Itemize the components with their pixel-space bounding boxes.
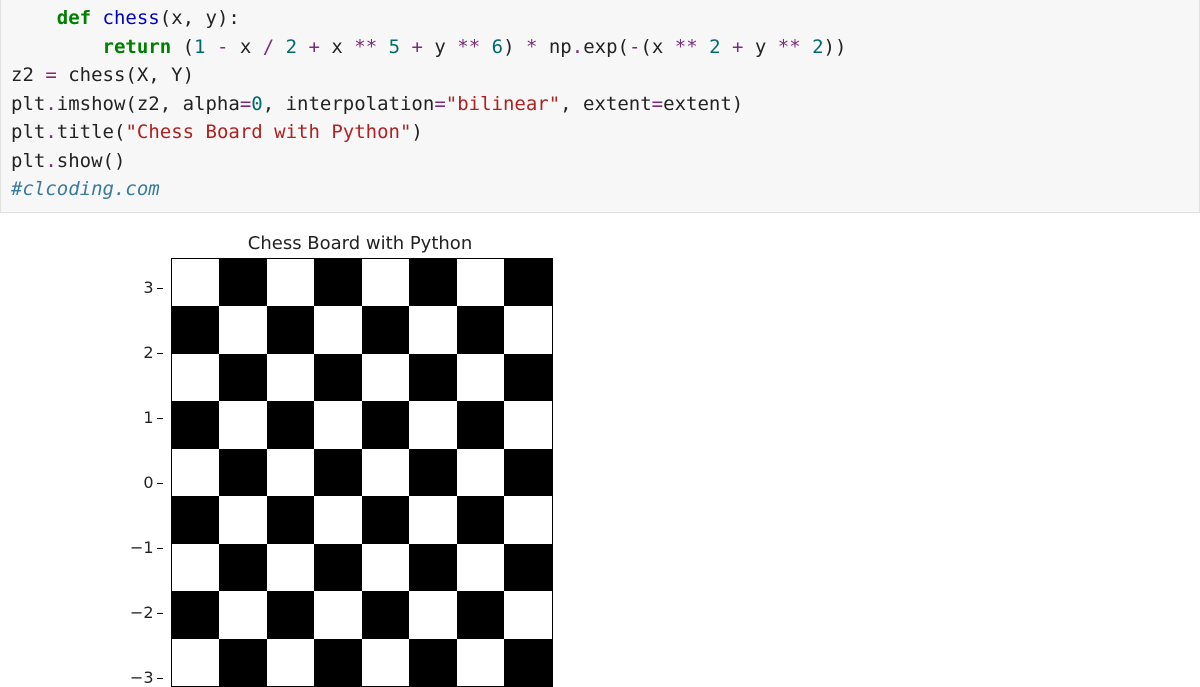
board-square	[504, 496, 552, 544]
board-square	[172, 591, 220, 639]
board-square	[504, 354, 552, 402]
board-square	[219, 306, 267, 354]
board-square	[362, 259, 410, 307]
board-square	[362, 544, 410, 592]
board-square	[314, 449, 362, 497]
board-square	[314, 354, 362, 402]
board-square	[314, 544, 362, 592]
board-square	[409, 306, 457, 354]
board-square	[172, 401, 220, 449]
board-square	[504, 401, 552, 449]
board-square	[267, 496, 315, 544]
board-square	[409, 354, 457, 402]
board-square	[172, 306, 220, 354]
board-square	[409, 591, 457, 639]
board-square	[457, 591, 505, 639]
board-square	[267, 639, 315, 687]
board-square	[504, 639, 552, 687]
code-cell: def chess(x, y): return (1 - x / 2 + x *…	[0, 0, 1200, 213]
board-square	[457, 259, 505, 307]
board-square	[267, 544, 315, 592]
plot-title: Chess Board with Python	[170, 233, 550, 254]
board-square	[457, 496, 505, 544]
board-square	[409, 259, 457, 307]
board-square	[314, 591, 362, 639]
board-square	[314, 639, 362, 687]
board-square	[314, 259, 362, 307]
board-square	[219, 496, 267, 544]
plot-output: Chess Board with Python 3210−1−2−3	[0, 213, 1200, 687]
board-square	[504, 591, 552, 639]
board-square	[314, 306, 362, 354]
board-square	[267, 259, 315, 307]
board-square	[504, 306, 552, 354]
board-square	[409, 449, 457, 497]
board-square	[457, 401, 505, 449]
board-square	[409, 544, 457, 592]
board-square	[362, 496, 410, 544]
code-comment: #clcoding.com	[11, 178, 160, 200]
chessboard	[172, 259, 552, 687]
board-square	[172, 354, 220, 402]
board-square	[267, 306, 315, 354]
board-square	[504, 449, 552, 497]
board-square	[219, 354, 267, 402]
board-square	[267, 591, 315, 639]
board-square	[172, 639, 220, 687]
kw-return: return	[103, 36, 172, 58]
board-square	[172, 544, 220, 592]
board-square	[219, 544, 267, 592]
board-square	[314, 401, 362, 449]
board-square	[457, 639, 505, 687]
board-square	[314, 496, 362, 544]
board-square	[172, 259, 220, 307]
board-square	[219, 259, 267, 307]
board-square	[362, 354, 410, 402]
board-square	[219, 639, 267, 687]
y-axis: 3210−1−2−3	[130, 266, 171, 678]
board-square	[219, 449, 267, 497]
board-square	[172, 449, 220, 497]
board-square	[219, 401, 267, 449]
board-square	[362, 401, 410, 449]
board-square	[362, 639, 410, 687]
kw-def: def	[57, 7, 91, 29]
board-square	[457, 306, 505, 354]
board-square	[267, 449, 315, 497]
board-square	[172, 496, 220, 544]
board-square	[362, 591, 410, 639]
board-square	[457, 544, 505, 592]
board-square	[409, 639, 457, 687]
board-square	[457, 354, 505, 402]
board-square	[219, 591, 267, 639]
board-square	[267, 401, 315, 449]
board-square	[409, 496, 457, 544]
board-square	[362, 306, 410, 354]
board-square	[362, 449, 410, 497]
board-square	[409, 401, 457, 449]
board-square	[504, 544, 552, 592]
board-square	[504, 259, 552, 307]
board-square	[267, 354, 315, 402]
board-square	[457, 449, 505, 497]
fn-chess: chess	[103, 7, 160, 29]
